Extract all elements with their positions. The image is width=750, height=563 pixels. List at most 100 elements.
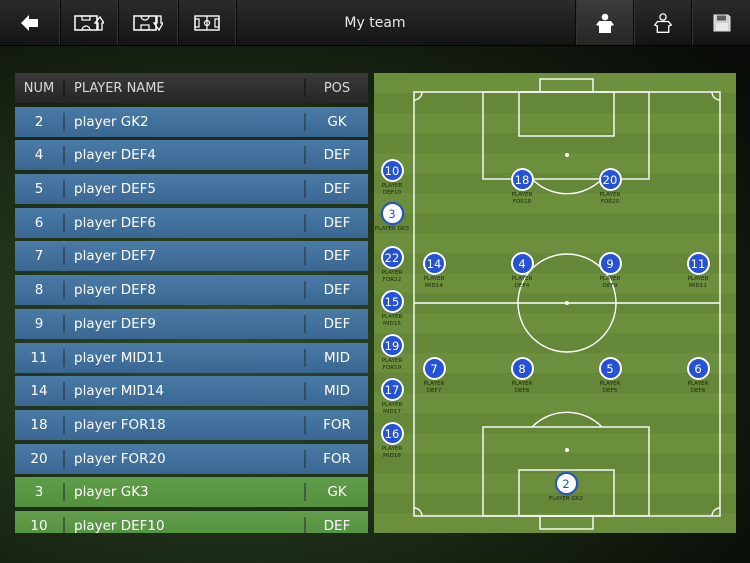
player-number: 4 — [34, 147, 44, 164]
field-player-token[interactable]: 14 PLAYER MID14 — [411, 252, 457, 289]
header-pos: POS — [323, 80, 351, 96]
player-filled-button[interactable] — [575, 0, 634, 45]
player-name: player DEF10 — [74, 517, 165, 533]
player-number-badge: 3 — [380, 202, 404, 225]
player-name: player GK2 — [74, 113, 149, 130]
player-number-badge: 22 — [380, 246, 404, 269]
player-shirt-filled-icon — [596, 13, 614, 33]
player-number: 14 — [30, 383, 48, 400]
field-view-button[interactable] — [178, 0, 237, 45]
player-position: DEF — [323, 315, 351, 332]
player-number: 20 — [30, 450, 48, 467]
table-row[interactable]: 2 player GK2 GK — [15, 106, 368, 137]
player-number-badge: 7 — [422, 357, 446, 380]
player-number-badge: 2 — [554, 472, 578, 495]
player-token-label: PLAYER MID17 — [381, 402, 403, 415]
player-position: DEF — [323, 248, 351, 265]
player-token-label: PLAYER DEF10 — [381, 183, 403, 196]
bench-player-token[interactable]: 22 PLAYER FOR22 — [374, 246, 415, 283]
bench-player-token[interactable]: 3 PLAYER GK3 — [374, 202, 415, 233]
field-player-token[interactable]: 6 PLAYER DEF6 — [675, 357, 721, 394]
field-player-token[interactable]: 8 PLAYER DEF8 — [499, 357, 545, 394]
player-number-badge: 8 — [510, 357, 534, 380]
player-token-label: PLAYER DEF8 — [511, 381, 533, 394]
formation-down-button[interactable] — [118, 0, 179, 45]
player-token-label: PLAYER DEF6 — [687, 381, 709, 394]
table-row[interactable]: 20 player FOR20 FOR — [15, 443, 368, 474]
table-row[interactable]: 7 player DEF7 DEF — [15, 241, 368, 272]
player-name: player DEF5 — [74, 181, 157, 198]
player-name: player FOR20 — [74, 450, 166, 467]
player-shirt-outline-icon — [654, 12, 672, 33]
player-number: 9 — [34, 315, 44, 332]
field-player-token[interactable]: 20 PLAYER FOR20 — [587, 168, 633, 205]
bench-player-token[interactable]: 17 PLAYER MID17 — [374, 378, 415, 415]
table-row[interactable]: 5 player DEF5 DEF — [15, 174, 368, 205]
pitch-arrow-down-icon — [133, 14, 163, 31]
player-number: 10 — [30, 517, 48, 533]
back-arrow-icon — [21, 14, 38, 31]
pitch-arrow-up-icon — [74, 14, 104, 31]
field-icon — [194, 14, 220, 31]
player-token-label: PLAYER FOR19 — [381, 358, 403, 371]
player-number-badge: 19 — [380, 334, 404, 357]
table-row[interactable]: 8 player DEF8 DEF — [15, 275, 368, 306]
player-number: 5 — [34, 181, 44, 198]
back-button[interactable] — [0, 0, 61, 45]
player-number: 3 — [34, 484, 44, 501]
player-position: FOR — [323, 450, 351, 467]
player-name: player DEF9 — [74, 315, 157, 332]
save-button[interactable] — [691, 0, 750, 45]
player-number-badge: 18 — [510, 168, 534, 191]
player-name: player MID14 — [74, 383, 164, 400]
header-num: NUM — [23, 80, 55, 96]
field-player-token[interactable]: 11 PLAYER MID11 — [675, 252, 721, 289]
field-player-token[interactable]: 4 PLAYER DEF4 — [499, 252, 545, 289]
table-row[interactable]: 3 player GK3 GK — [15, 477, 368, 508]
player-number-badge: 10 — [380, 159, 404, 182]
bench-player-token[interactable]: 15 PLAYER MID15 — [374, 290, 415, 327]
player-token-label: PLAYER DEF7 — [423, 381, 445, 394]
player-position: DEF — [323, 517, 351, 533]
player-number-badge: 5 — [598, 357, 622, 380]
player-token-label: PLAYER FOR18 — [511, 192, 533, 205]
player-name: player DEF7 — [74, 248, 157, 265]
table-row[interactable]: 14 player MID14 MID — [15, 376, 368, 407]
formation-up-button[interactable] — [60, 0, 119, 45]
player-number: 11 — [30, 349, 48, 366]
player-position: DEF — [323, 214, 351, 231]
bench-player-token[interactable]: 10 PLAYER DEF10 — [374, 159, 415, 196]
pitch-lines — [374, 73, 736, 533]
field-player-token[interactable]: 7 PLAYER DEF7 — [411, 357, 457, 394]
player-position: DEF — [323, 181, 351, 198]
field-player-token[interactable]: 2 PLAYER GK2 — [543, 472, 589, 503]
table-body: 2 player GK2 GK 4 player DEF4 DEF 5 player DEF5… — [15, 106, 368, 533]
table-row[interactable]: 9 player DEF9 DEF — [15, 308, 368, 339]
player-token-label: PLAYER GK2 — [548, 496, 584, 502]
player-token-label: PLAYER MID11 — [687, 276, 709, 289]
bench-player-token[interactable]: 19 PLAYER FOR19 — [374, 334, 415, 371]
field-player-token[interactable]: 5 PLAYER DEF5 — [587, 357, 633, 394]
player-number-badge: 15 — [380, 290, 404, 313]
player-position: GK — [327, 484, 347, 501]
field-player-token[interactable]: 18 PLAYER FOR18 — [499, 168, 545, 205]
player-position: MID — [323, 349, 351, 366]
player-token-label: PLAYER DEF4 — [511, 276, 533, 289]
player-number: 8 — [34, 282, 44, 299]
player-number-badge: 11 — [686, 252, 710, 275]
table-row[interactable]: 18 player FOR18 FOR — [15, 409, 368, 440]
player-number: 18 — [30, 416, 48, 433]
field-player-token[interactable]: 9 PLAYER DEF9 — [587, 252, 633, 289]
player-token-label: PLAYER DEF5 — [599, 381, 621, 394]
bench-player-token[interactable]: 16 PLAYER MID16 — [374, 422, 415, 459]
player-number-badge: 20 — [598, 168, 622, 191]
table-row[interactable]: 11 player MID11 MID — [15, 342, 368, 373]
table-row[interactable]: 10 player DEF10 DEF — [15, 510, 368, 533]
table-row[interactable]: 6 player DEF6 DEF — [15, 207, 368, 238]
toolbar: My team — [0, 0, 750, 46]
player-number-badge: 14 — [422, 252, 446, 275]
player-number: 6 — [34, 214, 44, 231]
player-outline-button[interactable] — [633, 0, 692, 45]
player-name: player FOR18 — [74, 416, 166, 433]
table-row[interactable]: 4 player DEF4 DEF — [15, 140, 368, 171]
